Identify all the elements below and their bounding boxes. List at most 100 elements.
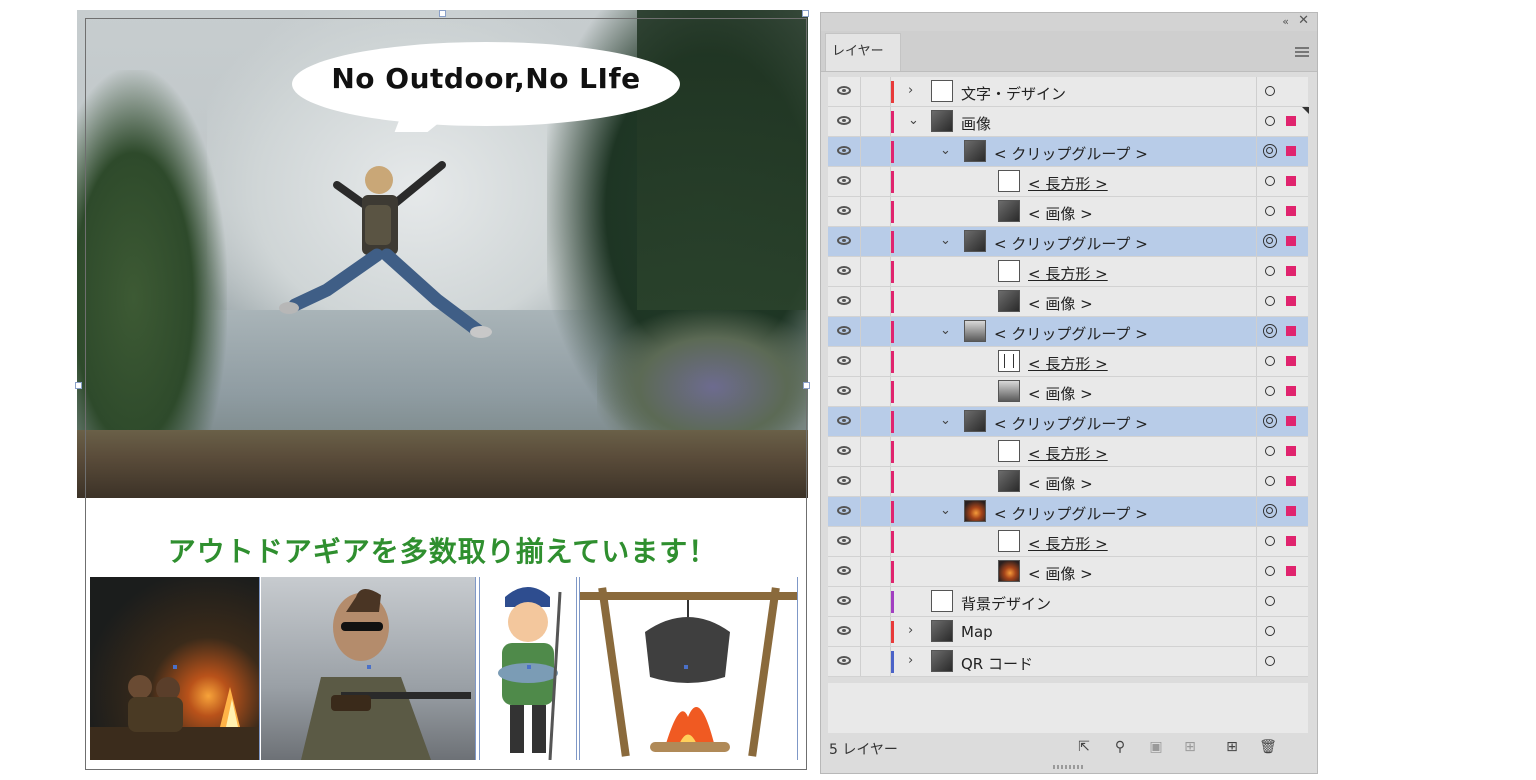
layer-row[interactable]: ⌄ 画像 [828,107,1309,137]
selection-indicator[interactable] [1286,476,1296,486]
close-panel-icon[interactable]: ✕ [1298,13,1309,28]
target-circle-icon[interactable] [1263,324,1277,338]
selection-handle[interactable] [439,10,446,17]
lock-toggle[interactable] [860,347,891,376]
lock-toggle[interactable] [860,227,891,256]
selection-handle[interactable] [75,382,82,389]
lock-toggle[interactable] [860,77,891,106]
selection-indicator[interactable] [1286,356,1296,366]
lock-toggle[interactable] [860,407,891,436]
collapse-panel-icon[interactable]: « [1282,15,1289,28]
new-layer-icon[interactable]: ⊞ [1223,738,1241,756]
lock-toggle[interactable] [860,167,891,196]
target-circle-icon[interactable] [1265,206,1275,216]
layer-name[interactable]: < 長方形 > [1028,353,1108,374]
layer-name[interactable]: < 画像 > [1028,293,1093,314]
target-circle-icon[interactable] [1265,116,1275,126]
lock-toggle[interactable] [860,137,891,166]
target-cell[interactable] [1256,437,1309,466]
selection-indicator[interactable] [1286,566,1296,576]
target-cell[interactable] [1256,197,1309,226]
selection-indicator[interactable] [1286,326,1296,336]
layer-name[interactable]: < 長方形 > [1028,263,1108,284]
layer-name[interactable]: 文字・デザイン [961,83,1066,104]
layer-row[interactable]: < 長方形 > [828,167,1308,197]
selection-indicator[interactable] [1286,146,1296,156]
panel-resize-grip[interactable] [1053,765,1083,769]
layer-row[interactable]: ⌄ < クリップグループ > [828,137,1308,167]
target-circle-icon[interactable] [1265,356,1275,366]
selection-indicator[interactable] [1286,266,1296,276]
target-cell[interactable] [1256,257,1309,286]
target-cell[interactable] [1256,557,1309,586]
visibility-toggle[interactable] [828,347,861,376]
lock-toggle[interactable] [860,467,891,496]
sublayer-icon[interactable]: ⊞ [1181,738,1199,756]
chevron-down-icon[interactable]: ⌄ [940,503,951,518]
layer-name[interactable]: < 長方形 > [1028,443,1108,464]
layer-row[interactable]: › QR コード [828,647,1308,677]
selection-handle[interactable] [803,382,810,389]
target-cell[interactable] [1256,407,1309,436]
lock-toggle[interactable] [860,107,891,136]
target-circle-icon[interactable] [1265,566,1275,576]
visibility-toggle[interactable] [828,317,861,346]
target-cell[interactable] [1256,167,1309,196]
target-cell[interactable] [1256,467,1309,496]
visibility-toggle[interactable] [828,197,861,226]
layer-name[interactable]: Map [961,623,993,641]
tab-layers[interactable]: レイヤー [825,33,901,71]
lock-toggle[interactable] [860,527,891,556]
visibility-toggle[interactable] [828,287,861,316]
target-cell[interactable] [1256,227,1309,256]
layer-row[interactable]: ⌄ < クリップグループ > [828,227,1308,257]
visibility-toggle[interactable] [828,617,861,646]
panel-menu-icon[interactable] [1295,47,1309,59]
selection-indicator[interactable] [1286,416,1296,426]
lock-toggle[interactable] [860,557,891,586]
layer-name[interactable]: < クリップグループ > [994,503,1148,524]
target-circle-icon[interactable] [1263,144,1277,158]
visibility-toggle[interactable] [828,257,861,286]
campfire-pot-illustration[interactable] [579,577,798,760]
target-circle-icon[interactable] [1265,476,1275,486]
target-circle-icon[interactable] [1265,266,1275,276]
target-circle-icon[interactable] [1265,86,1275,96]
layer-row[interactable]: < 画像 > [828,287,1308,317]
target-cell[interactable] [1256,527,1309,556]
selection-indicator[interactable] [1286,236,1296,246]
layer-name[interactable]: < 画像 > [1028,203,1093,224]
layer-name[interactable]: < 画像 > [1028,473,1093,494]
layer-row[interactable]: < 画像 > [828,557,1308,587]
layer-name[interactable]: < クリップグループ > [994,413,1148,434]
layer-row[interactable]: < 長方形 > [828,257,1308,287]
search-icon[interactable]: ⚲ [1111,738,1129,756]
selection-indicator[interactable] [1286,536,1296,546]
visibility-toggle[interactable] [828,167,861,196]
lock-toggle[interactable] [860,497,891,526]
layer-name[interactable]: < 長方形 > [1028,173,1108,194]
layer-name[interactable]: < 画像 > [1028,563,1093,584]
target-circle-icon[interactable] [1265,536,1275,546]
layer-row[interactable]: › 文字・デザイン [828,77,1308,107]
layer-name[interactable]: < クリップグループ > [994,323,1148,344]
visibility-toggle[interactable] [828,557,861,586]
layer-name[interactable]: < クリップグループ > [994,143,1148,164]
target-cell[interactable] [1256,107,1309,136]
target-circle-icon[interactable] [1263,504,1277,518]
chevron-right-icon[interactable]: › [908,623,913,638]
layer-name[interactable]: < 長方形 > [1028,533,1108,554]
selection-indicator[interactable] [1286,386,1296,396]
visibility-toggle[interactable] [828,77,861,106]
layer-name[interactable]: QR コード [961,653,1033,674]
visibility-toggle[interactable] [828,497,861,526]
lock-toggle[interactable] [860,647,891,676]
target-cell[interactable] [1256,377,1309,406]
selection-indicator[interactable] [1286,296,1296,306]
layer-name[interactable]: < 画像 > [1028,383,1093,404]
layer-row[interactable]: < 長方形 > [828,437,1308,467]
clip-mask-icon[interactable]: ▣ [1147,738,1165,756]
selection-handle[interactable] [802,10,809,17]
layer-name[interactable]: 画像 [961,113,991,134]
layer-row[interactable]: ⌄ < クリップグループ > [828,407,1308,437]
